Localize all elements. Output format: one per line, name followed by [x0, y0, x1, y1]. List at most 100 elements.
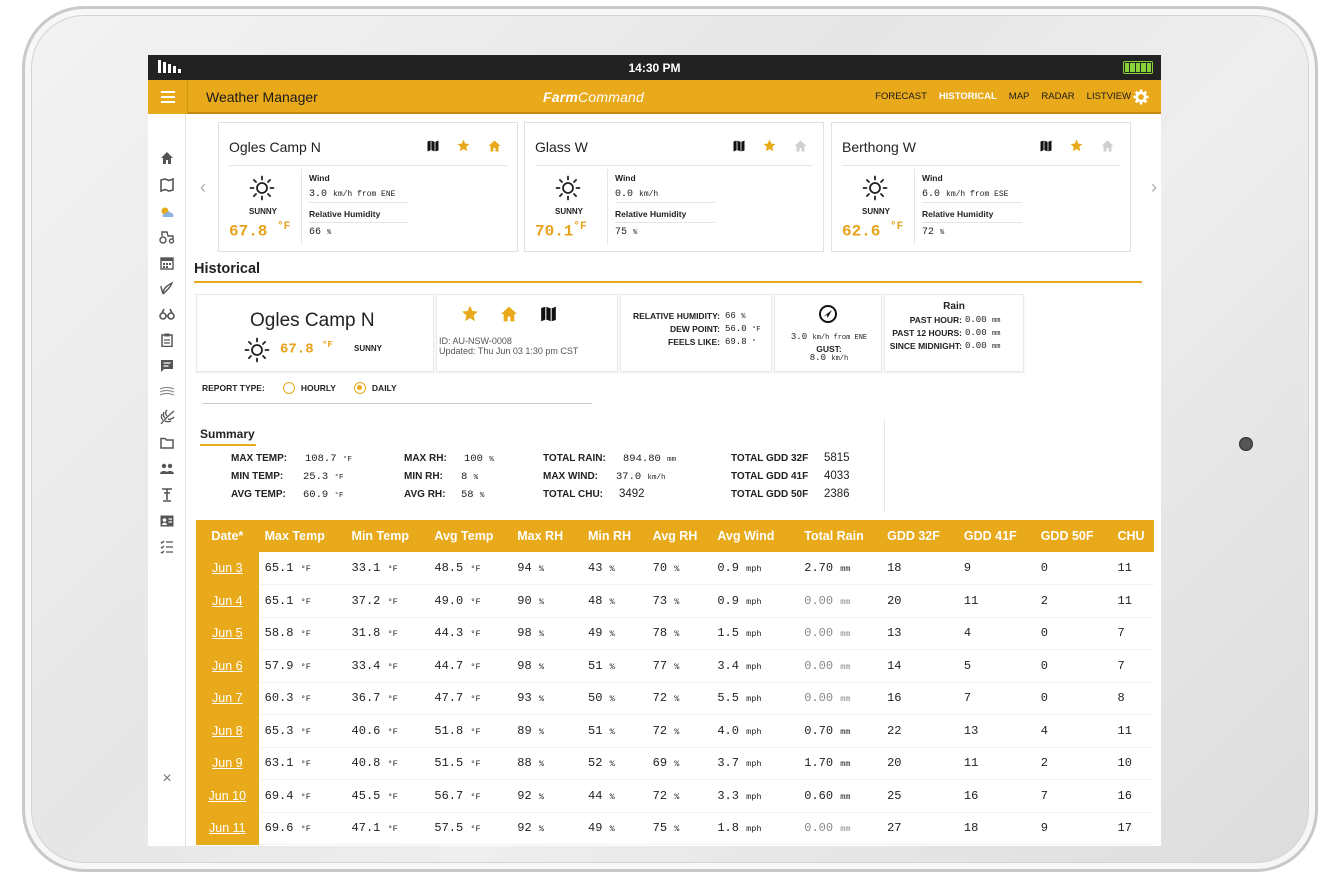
cell-value: 2 [1040, 593, 1048, 608]
calendar-icon[interactable] [157, 255, 177, 271]
star-icon[interactable] [1070, 139, 1083, 152]
date-link[interactable]: Jun 9 [212, 756, 243, 770]
station-name: Berthong W [842, 139, 916, 155]
gust-value: 8.0 km/h [779, 353, 879, 363]
star-icon[interactable] [461, 305, 479, 322]
column-header[interactable]: Date* [196, 520, 259, 552]
home-icon[interactable] [500, 306, 518, 322]
home-icon[interactable] [488, 140, 501, 152]
date-link[interactable]: Jun 5 [212, 626, 243, 640]
table-cell: 3.3 mph [711, 779, 799, 813]
feels-like-value-unit: ° [752, 339, 757, 347]
table-cell: 13 [881, 617, 958, 650]
date-link[interactable]: Jun 3 [212, 561, 243, 575]
map-icon[interactable] [1040, 140, 1052, 152]
station-card[interactable]: Ogles Camp N SUNNY 67.8 °F Wind 3.0 km/h… [218, 122, 518, 252]
min-rh-value-unit: % [473, 474, 479, 482]
date-cell[interactable]: Jun 7 [196, 682, 259, 715]
cell-value: 25 [887, 788, 902, 803]
table-cell: 2 [1034, 584, 1112, 618]
table-cell: 4 [1034, 714, 1112, 748]
nav-map[interactable]: MAP [1009, 91, 1030, 102]
users-icon[interactable] [157, 461, 177, 477]
table-cell: 7 [957, 682, 1035, 715]
table-cell: 31.8 °F [345, 617, 429, 650]
station-card[interactable]: Berthong W SUNNY 62.6 °F Wind 6.0 km/h f… [831, 122, 1131, 252]
sprout-icon[interactable] [157, 280, 177, 296]
carousel-prev-icon[interactable]: ‹ [200, 177, 206, 198]
cell-unit: °F [470, 629, 481, 640]
cell-value: 52 [588, 756, 603, 771]
cell-value: 47.7 [434, 691, 464, 706]
tractor-icon[interactable] [157, 229, 177, 245]
humidity-value-number: 72 [922, 227, 935, 238]
date-cell[interactable]: Jun 10 [196, 779, 259, 813]
table-row: Jun 3 65.1 °F 33.1 °F 48.5 °F 94 % 43 % 70 % 0.… [196, 552, 1154, 585]
map-icon[interactable] [427, 140, 439, 152]
map-icon[interactable] [540, 306, 557, 322]
cell-value: 51.5 [434, 756, 464, 771]
hourly-label[interactable]: HOURLY [301, 383, 336, 393]
date-cell[interactable]: Jun 5 [196, 617, 259, 650]
star-icon[interactable] [457, 139, 470, 152]
folder-icon[interactable] [157, 435, 177, 451]
date-cell[interactable]: Jun 6 [196, 649, 259, 683]
gear-icon[interactable] [1133, 89, 1149, 105]
checklist-icon[interactable] [157, 539, 177, 555]
menu-icon[interactable] [148, 80, 188, 114]
scale-icon[interactable] [157, 487, 177, 503]
max-temp-value-unit: °F [342, 456, 352, 464]
date-link[interactable]: Jun 7 [212, 691, 243, 705]
map-icon[interactable] [157, 177, 177, 193]
cell-unit: mph [746, 694, 762, 705]
date-link[interactable]: Jun 6 [212, 659, 243, 673]
cell-value: 0.60 [804, 788, 834, 803]
date-cell[interactable]: Jun 8 [196, 714, 259, 748]
table-cell: 11 [957, 747, 1035, 780]
date-link[interactable]: Jun 10 [209, 789, 247, 803]
daily-label[interactable]: DAILY [372, 383, 397, 393]
nav-historical[interactable]: HISTORICAL [939, 91, 997, 102]
field-icon[interactable] [157, 384, 177, 400]
date-cell[interactable]: Jun 9 [196, 747, 259, 780]
nav-listview[interactable]: LISTVIEW [1087, 91, 1131, 102]
cell-unit: °F [300, 661, 311, 672]
daily-radio[interactable] [353, 382, 366, 394]
chat-icon[interactable] [157, 358, 177, 374]
cell-value: 2 [1040, 756, 1048, 771]
date-cell[interactable]: Jun 3 [196, 552, 259, 585]
carousel-next-icon[interactable]: › [1151, 177, 1157, 198]
clipboard-icon[interactable] [157, 332, 177, 348]
avg-rh-value-number: 58 [461, 489, 474, 501]
cell-value: 51 [588, 723, 603, 738]
close-icon[interactable]: × [157, 770, 177, 787]
hourly-radio[interactable] [282, 382, 295, 394]
contact-card-icon[interactable] [157, 513, 177, 529]
nav-radar[interactable]: RADAR [1041, 91, 1074, 102]
home-icon[interactable] [157, 150, 177, 166]
star-icon[interactable] [763, 139, 776, 152]
date-link[interactable]: Jun 11 [209, 821, 246, 835]
table-cell: 22 [881, 714, 958, 748]
weather-icon[interactable] [157, 204, 177, 220]
map-icon[interactable] [733, 140, 745, 152]
crop-icon[interactable] [157, 409, 177, 425]
cell-unit: °F [387, 759, 398, 770]
date-link[interactable]: Jun 8 [212, 724, 243, 738]
date-cell[interactable]: Jun 4 [196, 584, 259, 618]
cell-value: 1.8 [717, 821, 739, 836]
station-card[interactable]: Glass W SUNNY 70.1°F Wind 0.0 km/h Relat… [524, 122, 824, 252]
report-type-label: REPORT TYPE: [202, 383, 265, 393]
home-icon[interactable] [794, 140, 807, 152]
nav-forecast[interactable]: FORECAST [875, 91, 927, 102]
date-cell[interactable]: Jun 11 [196, 812, 259, 845]
date-link[interactable]: Jun 4 [212, 594, 243, 608]
home-icon[interactable] [1101, 140, 1114, 152]
cell-unit: % [674, 824, 680, 835]
binoculars-icon[interactable] [157, 306, 177, 322]
table-cell: 0.00 mm [798, 682, 882, 715]
station-temp-value: 62.6 [842, 222, 881, 241]
historical-station-name: Ogles Camp N [250, 310, 375, 331]
cell-value: 92 [517, 788, 532, 803]
past-hour-value-unit: mm [992, 317, 1001, 325]
